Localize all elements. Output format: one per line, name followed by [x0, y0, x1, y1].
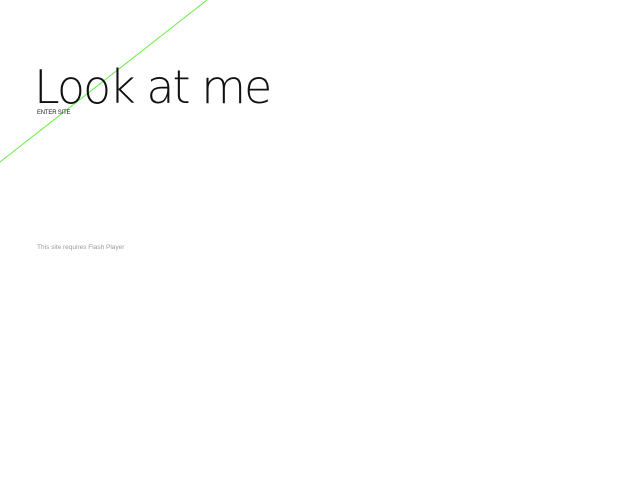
enter-site-link[interactable]: ENTER SITE	[37, 109, 71, 117]
flash-requirement-notice: This site requires Flash Player	[37, 244, 125, 251]
site-title: Look at me	[34, 60, 272, 114]
page: Look at me ENTER SITE This site requires…	[0, 0, 640, 480]
